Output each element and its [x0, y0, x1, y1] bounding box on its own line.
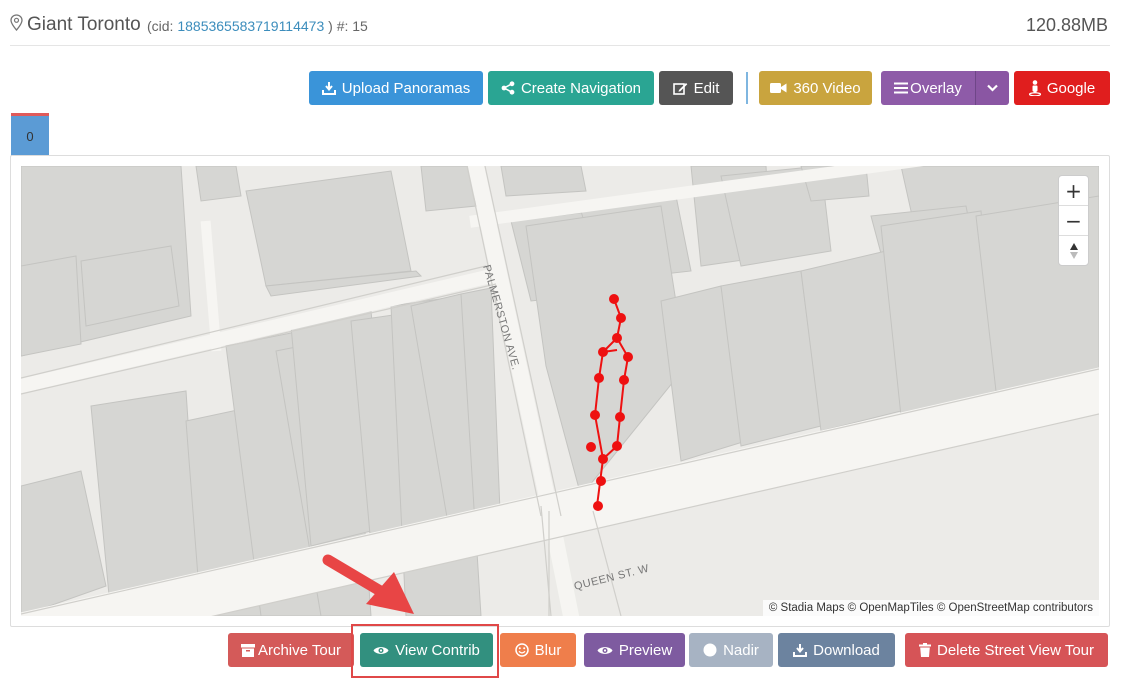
tour-size: 120.88MB [1025, 15, 1108, 35]
edit-button[interactable]: Edit [659, 71, 733, 105]
archive-icon [240, 643, 255, 657]
blur-button[interactable]: Blur [500, 633, 576, 667]
google-button[interactable]: Google [1014, 71, 1110, 105]
video-camera-icon [770, 83, 787, 93]
pano-point[interactable] [623, 352, 633, 362]
overlay-button[interactable]: Overlay [881, 71, 975, 105]
list-icon [894, 82, 909, 94]
map-pin-icon [10, 14, 23, 31]
pano-point[interactable] [586, 442, 596, 452]
map-attribution: © Stadia Maps © OpenMapTiles © OpenStree… [762, 600, 1099, 616]
zoom-in-button[interactable]: + [1059, 176, 1088, 206]
tour-header: Giant Toronto (cid: 1885365583719114473 … [10, 8, 1110, 46]
map-tiles: PALMERSTON AVE. QUEEN ST. W [21, 166, 1099, 616]
pano-point[interactable] [593, 501, 603, 511]
toolbar-divider [746, 72, 748, 104]
pano-point[interactable] [616, 313, 626, 323]
create-navigation-button[interactable]: Create Navigation [488, 71, 654, 105]
smile-icon [514, 643, 529, 657]
compass-icon [1069, 243, 1078, 259]
trash-icon [918, 643, 931, 657]
pano-point[interactable] [612, 441, 622, 451]
pano-point[interactable] [619, 375, 629, 385]
download-button[interactable]: Download [778, 633, 895, 667]
annotation-arrow [322, 554, 414, 614]
pano-point[interactable] [615, 412, 625, 422]
reset-north-button[interactable] [1059, 236, 1088, 266]
pano-point[interactable] [598, 454, 608, 464]
archive-tour-button[interactable]: Archive Tour [228, 633, 354, 667]
edit-icon [672, 83, 687, 95]
pano-point[interactable] [594, 373, 604, 383]
share-icon [501, 81, 515, 95]
pano-point[interactable] [590, 410, 600, 420]
delete-street-view-tour-button[interactable]: Delete Street View Tour [905, 633, 1108, 667]
street-view-icon [1028, 80, 1041, 96]
highlight-box [351, 624, 499, 678]
pano-point[interactable] [609, 294, 619, 304]
chevron-down-icon [987, 84, 998, 92]
preview-button[interactable]: Preview [584, 633, 685, 667]
map[interactable]: PALMERSTON AVE. QUEEN ST. W + − © Stadia… [21, 166, 1099, 616]
tour-cid: (cid: 1885365583719114473 ) #: 15 [147, 18, 368, 34]
pano-point[interactable] [598, 347, 608, 357]
upload-panoramas-button[interactable]: Upload Panoramas [309, 71, 483, 105]
pano-point[interactable] [596, 476, 606, 486]
tour-title: Giant Toronto [27, 14, 141, 35]
download-icon [793, 644, 808, 657]
cid-link[interactable]: 1885365583719114473 [177, 18, 324, 34]
download-icon [321, 82, 336, 95]
tab-0[interactable]: 0 [11, 113, 49, 156]
circle-icon [703, 643, 717, 657]
360-video-button[interactable]: 360 Video [759, 71, 872, 105]
overlay-dropdown-button[interactable] [975, 71, 1009, 105]
pano-point[interactable] [612, 333, 622, 343]
zoom-control: + − [1058, 175, 1089, 266]
eye-icon [597, 646, 613, 654]
nadir-button[interactable]: Nadir [689, 633, 773, 667]
zoom-out-button[interactable]: − [1059, 206, 1088, 236]
